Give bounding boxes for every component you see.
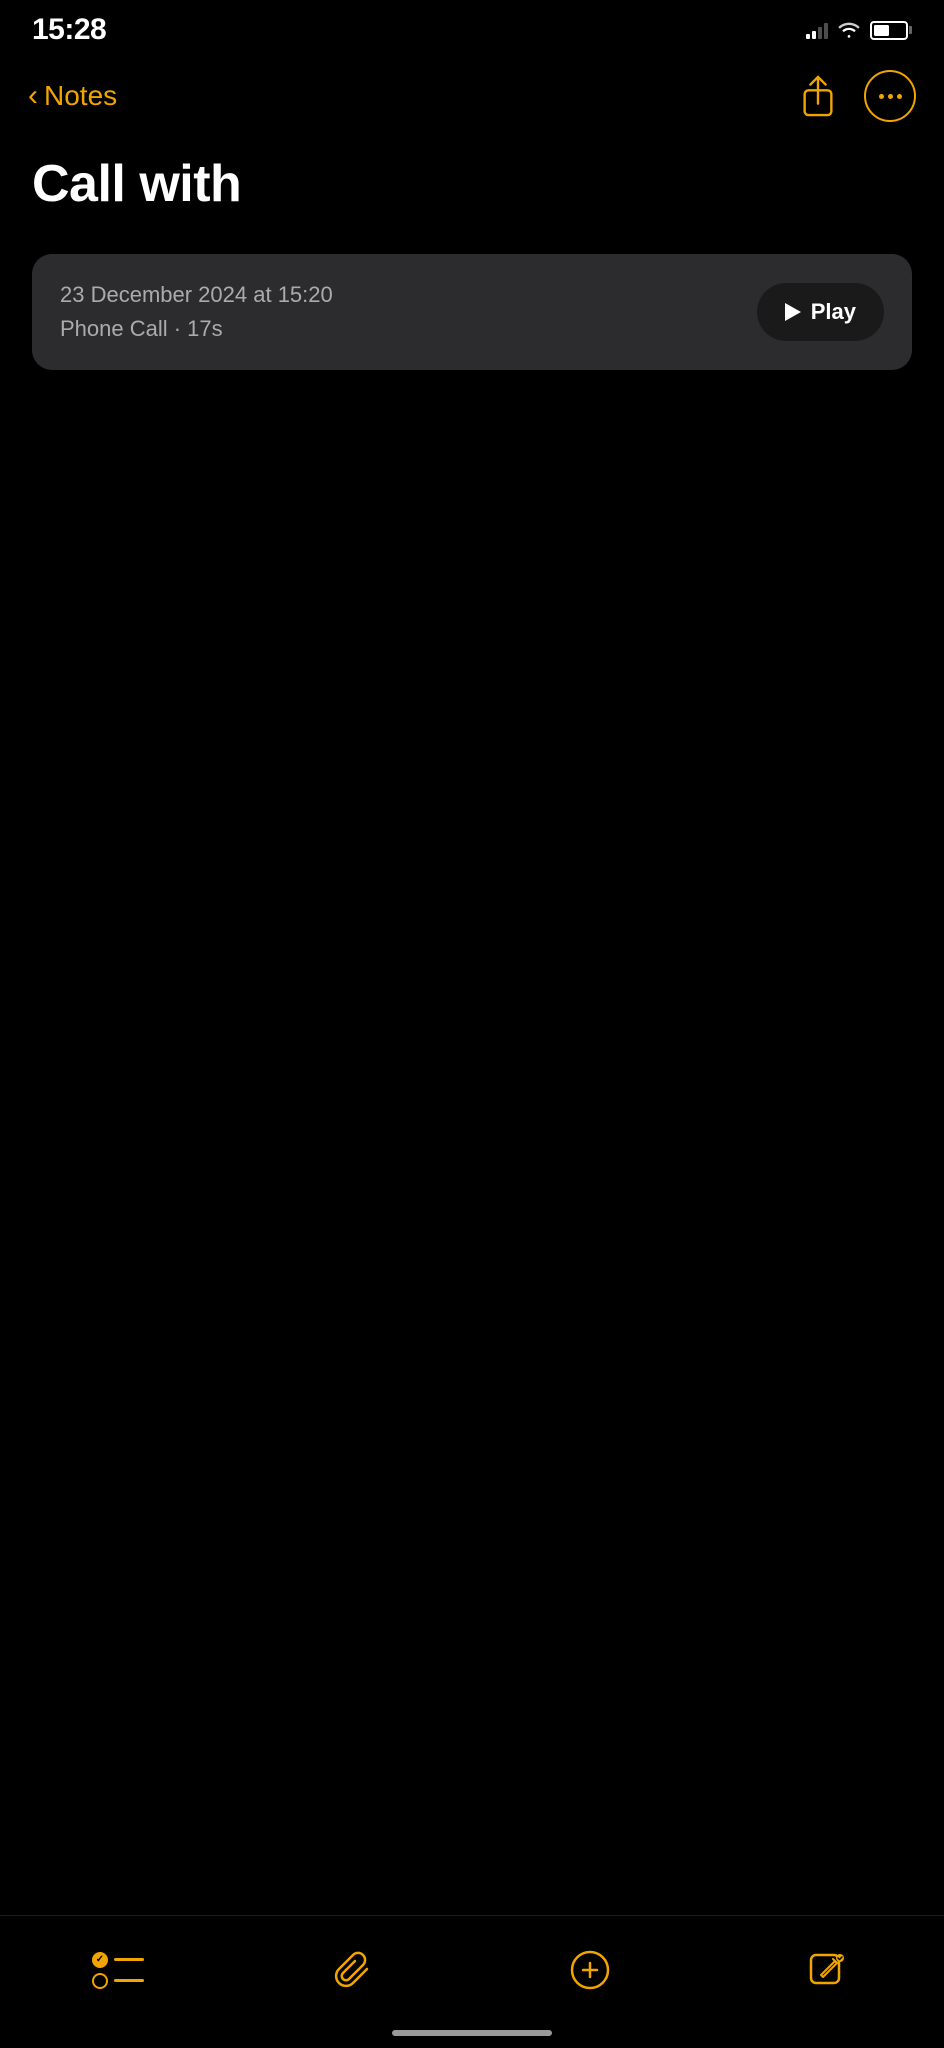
recording-card: 23 December 2024 at 15:20 Phone Call · 1… xyxy=(32,254,912,370)
note-title[interactable]: Call with xyxy=(0,138,944,238)
nav-actions xyxy=(792,70,916,122)
edit-icon xyxy=(805,1949,847,1991)
edit-button[interactable] xyxy=(786,1940,866,2000)
back-button[interactable]: ‹ Notes xyxy=(28,79,117,113)
wifi-icon xyxy=(838,22,860,38)
attachment-icon xyxy=(333,1949,375,1991)
share-button[interactable] xyxy=(792,70,844,122)
attachment-button[interactable] xyxy=(314,1940,394,2000)
status-time: 15:28 xyxy=(32,13,106,47)
recording-date: 23 December 2024 at 15:20 xyxy=(60,282,333,308)
share-icon xyxy=(800,75,836,117)
compose-button[interactable] xyxy=(550,1940,630,2000)
checklist-icon: ✓ xyxy=(92,1952,144,1989)
more-button[interactable] xyxy=(864,70,916,122)
home-indicator xyxy=(392,2030,552,2036)
chevron-left-icon: ‹ xyxy=(28,79,38,113)
battery-icon xyxy=(870,21,912,40)
play-icon xyxy=(785,303,801,321)
toolbar-items: ✓ xyxy=(0,1940,944,2000)
back-label: Notes xyxy=(44,80,117,112)
recording-info: 23 December 2024 at 15:20 Phone Call · 1… xyxy=(60,282,333,342)
checklist-button[interactable]: ✓ xyxy=(78,1940,158,2000)
compose-icon xyxy=(569,1949,611,1991)
status-bar: 15:28 xyxy=(0,0,944,54)
play-button[interactable]: Play xyxy=(757,283,884,341)
nav-bar: ‹ Notes xyxy=(0,54,944,138)
play-label: Play xyxy=(811,299,856,325)
status-icons xyxy=(806,21,912,40)
recording-meta: Phone Call · 17s xyxy=(60,316,333,342)
more-icon xyxy=(864,70,916,122)
bottom-toolbar: ✓ xyxy=(0,1915,944,2048)
signal-icon xyxy=(806,21,828,39)
